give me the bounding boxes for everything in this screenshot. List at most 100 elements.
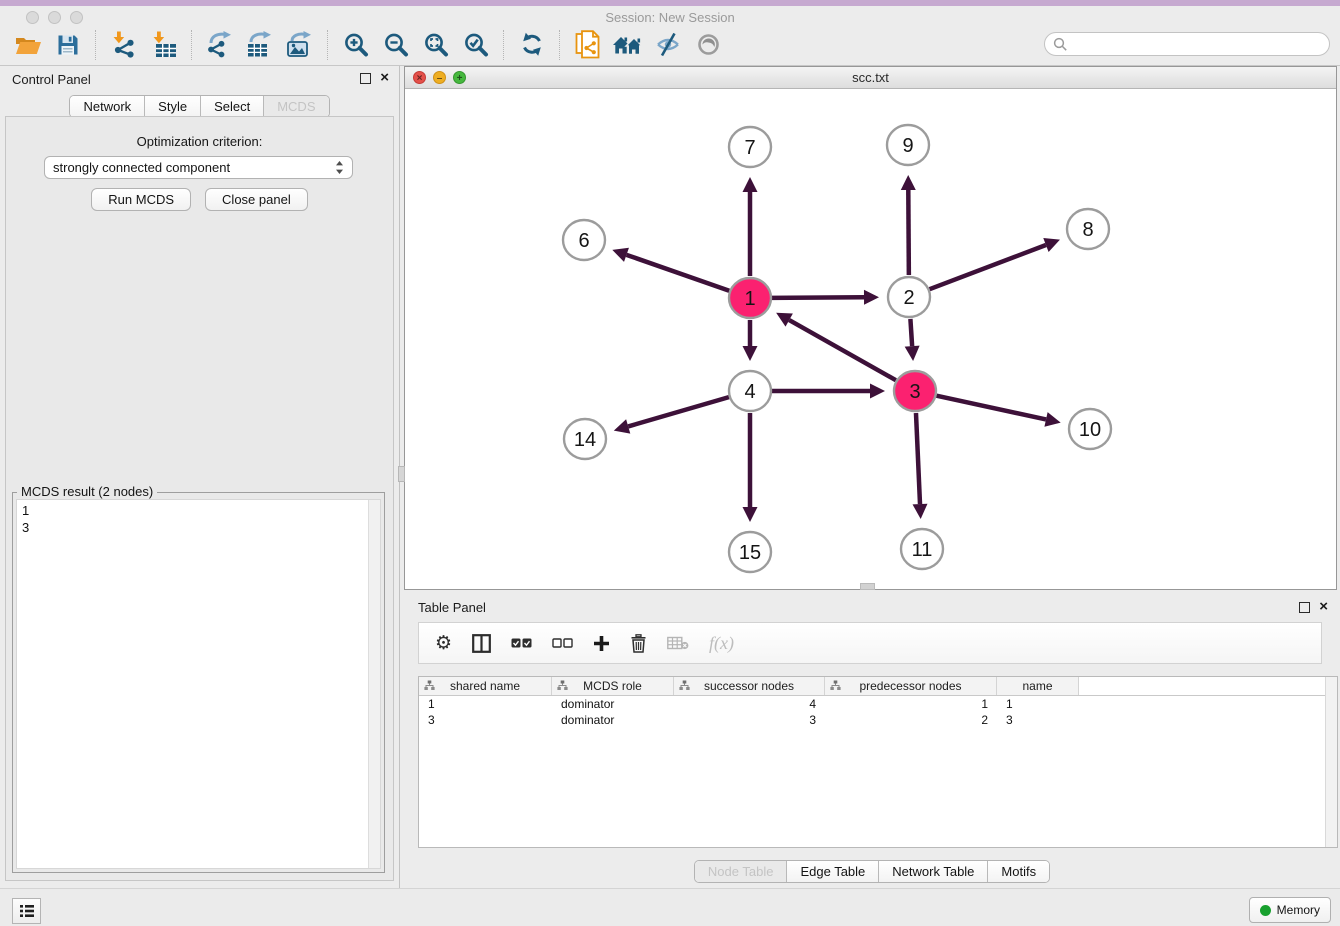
column-header-name[interactable]: name [997, 677, 1079, 695]
cell-shared-name[interactable]: 1 [419, 697, 552, 711]
graph-node-6[interactable]: 6 [563, 220, 605, 260]
column-header-predecessor-nodes[interactable]: predecessor nodes [825, 677, 997, 695]
toggle-columns-button[interactable] [472, 634, 491, 653]
graph-edge-1-7[interactable] [743, 177, 758, 276]
graph-node-9[interactable]: 9 [887, 125, 929, 165]
home-layout-button[interactable] [608, 27, 648, 63]
graph-edge-2-3[interactable] [905, 319, 920, 361]
graph-edge-2-8[interactable] [930, 238, 1060, 289]
table-row[interactable]: 1dominator411 [419, 696, 1337, 712]
graph-node-10[interactable]: 10 [1069, 409, 1111, 449]
tab-motifs[interactable]: Motifs [988, 861, 1049, 882]
column-header-successor-nodes[interactable]: successor nodes [674, 677, 825, 695]
column-header-mcds-role[interactable]: MCDS role [552, 677, 674, 695]
graph-edge-1-6[interactable] [612, 248, 729, 291]
search-input[interactable] [1073, 34, 1329, 54]
tab-mcds[interactable]: MCDS [264, 96, 328, 117]
create-column-button[interactable] [593, 635, 610, 652]
network-graph[interactable]: 7 9 6 8 1 2 4 3 14 10 15 11 [405, 89, 1336, 589]
close-panel-icon[interactable] [380, 72, 389, 84]
graph-node-14[interactable]: 14 [564, 419, 606, 459]
column-header-label: MCDS role [583, 679, 642, 693]
cell-predecessor-nodes[interactable]: 2 [825, 713, 997, 727]
graph-edge-2-9[interactable] [901, 175, 916, 275]
close-panel-button[interactable]: Close panel [205, 188, 308, 211]
graph-node-7[interactable]: 7 [729, 127, 771, 167]
refresh-layout-button[interactable] [512, 27, 552, 63]
column-header-shared-name[interactable]: shared name [419, 677, 552, 695]
result-scrollbar[interactable] [368, 500, 380, 868]
zoom-in-button[interactable] [336, 27, 376, 63]
graph-edge-4-15[interactable] [743, 413, 758, 522]
hierarchy-icon [424, 680, 435, 694]
zoom-fit-button[interactable] [416, 27, 456, 63]
cell-mcds-role[interactable]: dominator [552, 697, 674, 711]
mcds-result-area[interactable]: 13 [16, 499, 381, 869]
tab-style[interactable]: Style [145, 96, 201, 117]
function-builder-button[interactable]: f(x) [709, 633, 734, 654]
cell-name[interactable]: 3 [997, 713, 1079, 727]
graph-node-11[interactable]: 11 [901, 529, 943, 569]
splitter-handle-vertical[interactable] [398, 466, 405, 482]
graph-edge-3-10[interactable] [936, 396, 1060, 427]
graph-node-3[interactable]: 3 [894, 371, 936, 411]
tab-network-table[interactable]: Network Table [879, 861, 988, 882]
cell-successor-nodes[interactable]: 3 [674, 713, 825, 727]
export-table-button[interactable] [240, 27, 280, 63]
cell-name[interactable]: 1 [997, 697, 1079, 711]
cell-predecessor-nodes[interactable]: 1 [825, 697, 997, 711]
svg-text:14: 14 [574, 429, 596, 451]
graph-edge-4-14[interactable] [614, 397, 729, 433]
delete-table-button[interactable] [667, 636, 689, 650]
graph-edge-1-2[interactable] [772, 290, 879, 305]
table-row[interactable]: 3dominator323 [419, 712, 1337, 728]
close-table-panel-icon[interactable] [1319, 601, 1328, 613]
tab-select[interactable]: Select [201, 96, 264, 117]
tab-node-table[interactable]: Node Table [695, 861, 788, 882]
network-window-titlebar[interactable]: × – + scc.txt [405, 67, 1336, 89]
show-all-button[interactable] [688, 27, 728, 63]
application-window: Session: New Session [0, 0, 1340, 926]
graph-edge-4-3[interactable] [772, 384, 885, 399]
delete-column-button[interactable] [630, 634, 647, 653]
search-box[interactable] [1044, 32, 1330, 56]
graph-node-4[interactable]: 4 [729, 371, 771, 411]
table-scrollbar[interactable] [1325, 677, 1337, 847]
memory-button[interactable]: Memory [1249, 897, 1331, 923]
graph-edge-3-1[interactable] [776, 313, 896, 380]
cell-shared-name[interactable]: 3 [419, 713, 552, 727]
task-history-button[interactable] [12, 898, 41, 924]
zoom-out-button[interactable] [376, 27, 416, 63]
graph-edge-1-4[interactable] [743, 320, 758, 361]
table-settings-button[interactable]: ⚙ [435, 634, 452, 653]
select-all-columns-button[interactable] [511, 637, 532, 649]
open-session-button[interactable] [8, 27, 48, 63]
graph-node-15[interactable]: 15 [729, 532, 771, 572]
cell-successor-nodes[interactable]: 4 [674, 697, 825, 711]
tab-edge-table[interactable]: Edge Table [787, 861, 879, 882]
import-table-button[interactable] [144, 27, 184, 63]
svg-text:10: 10 [1079, 419, 1101, 441]
float-table-panel-icon[interactable] [1299, 602, 1310, 613]
float-panel-icon[interactable] [360, 73, 371, 84]
clone-network-button[interactable] [568, 27, 608, 63]
deselect-all-columns-button[interactable] [552, 637, 573, 649]
column-header-label: shared name [450, 679, 520, 693]
graph-node-8[interactable]: 8 [1067, 209, 1109, 249]
export-image-icon [285, 31, 315, 58]
optimization-criterion-select[interactable]: strongly connected component [44, 156, 353, 179]
run-mcds-button[interactable]: Run MCDS [91, 188, 191, 211]
hide-selected-button[interactable] [648, 27, 688, 63]
import-network-button[interactable] [104, 27, 144, 63]
tab-network[interactable]: Network [70, 96, 145, 117]
splitter-handle-horizontal[interactable] [860, 583, 875, 590]
graph-node-2[interactable]: 2 [888, 277, 930, 317]
export-network-button[interactable] [200, 27, 240, 63]
save-session-button[interactable] [48, 27, 88, 63]
cell-mcds-role[interactable]: dominator [552, 713, 674, 727]
export-image-button[interactable] [280, 27, 320, 63]
zoom-selected-icon [463, 32, 489, 58]
graph-node-1[interactable]: 1 [729, 278, 771, 318]
zoom-selected-button[interactable] [456, 27, 496, 63]
graph-edge-3-11[interactable] [913, 413, 928, 519]
